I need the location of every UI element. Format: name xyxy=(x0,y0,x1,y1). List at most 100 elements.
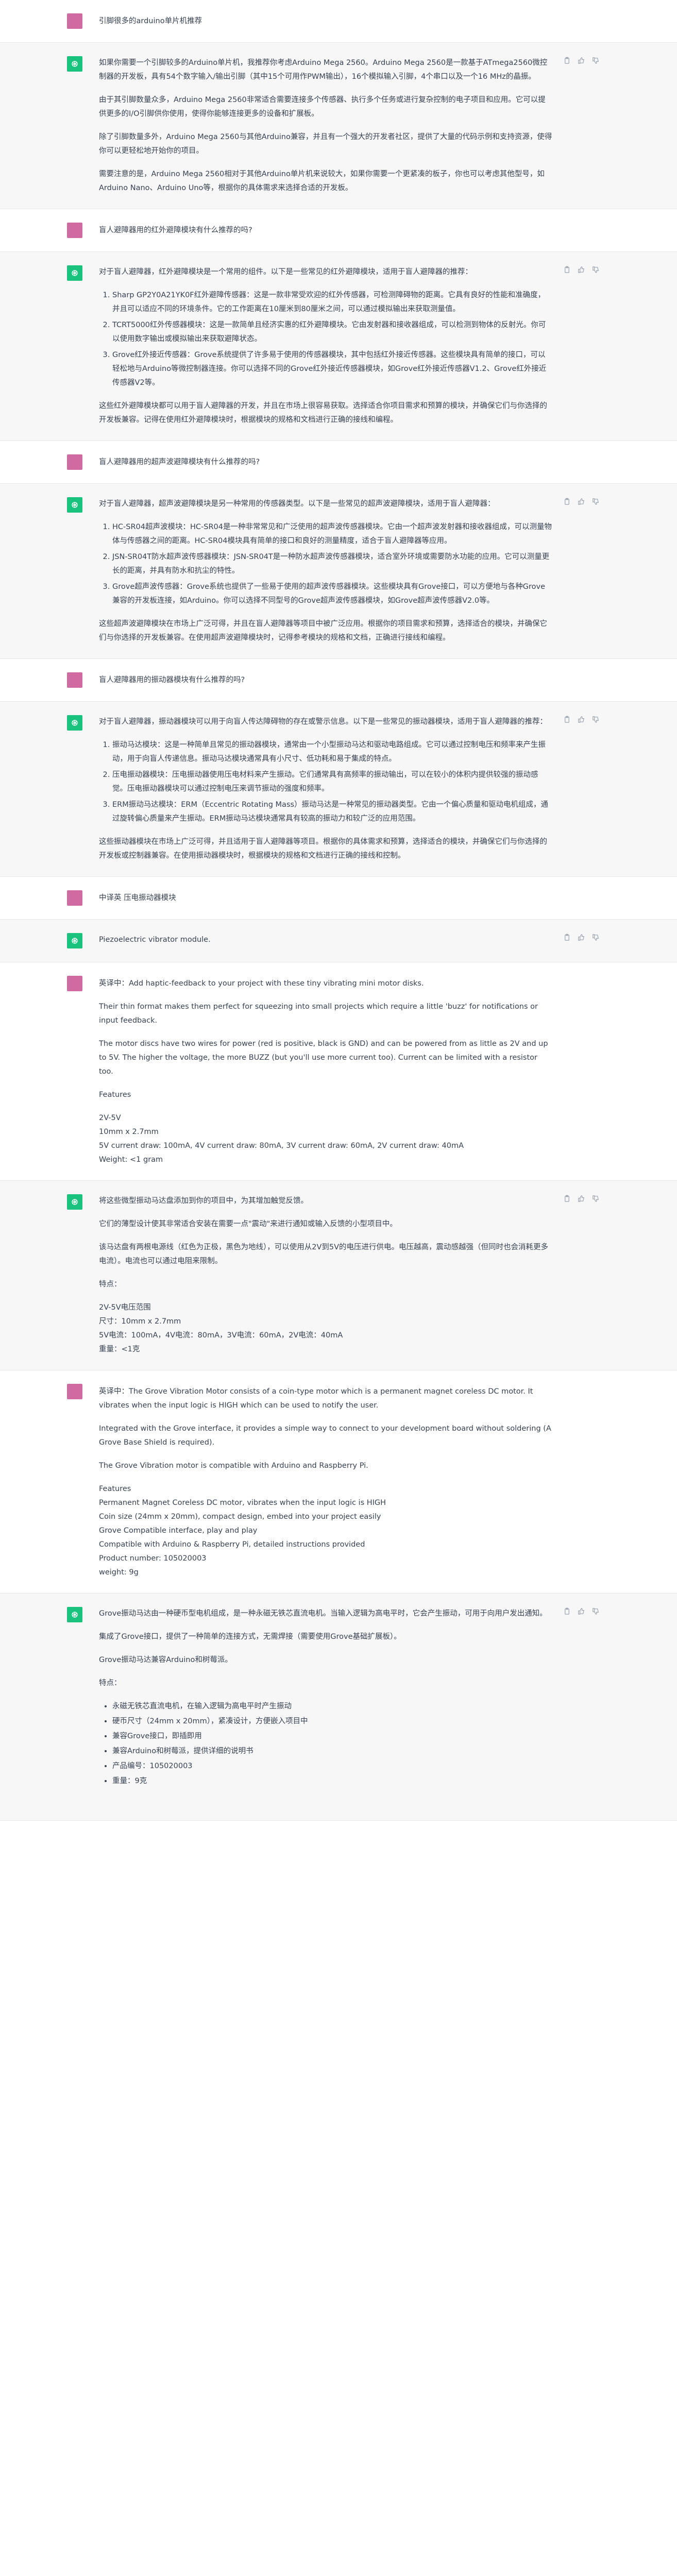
list-item: 兼容Arduino和树莓派，提供详细的说明书 xyxy=(112,1744,552,1758)
thumbs-up-icon[interactable] xyxy=(577,1194,585,1202)
text-line: 2V-5V xyxy=(99,1114,121,1122)
thumbs-down-icon[interactable] xyxy=(591,56,600,64)
clipboard-icon[interactable] xyxy=(563,265,571,274)
text-line: Compatible with Arduino & Raspberry Pi, … xyxy=(99,1540,365,1549)
clipboard-icon[interactable] xyxy=(563,1607,571,1615)
text-line: Features xyxy=(99,1485,131,1493)
text-line: 重量：<1克 xyxy=(99,1345,140,1353)
user-avatar xyxy=(67,672,82,688)
clipboard-icon[interactable] xyxy=(563,715,571,723)
user-message: 中译英 压电振动器模块 xyxy=(0,877,677,920)
numbered-list: Sharp GP2Y0A21YK0F红外避障传感器：这是一款非常受欢迎的红外传感… xyxy=(99,289,552,390)
assistant-message: 对于盲人避障器，红外避障模块是一个常用的组件。以下是一些常见的红外避障模块，适用… xyxy=(0,252,677,441)
thumbs-up-icon[interactable] xyxy=(577,56,585,64)
user-message: 盲人避障器用的超声波避障模块有什么推荐的吗? xyxy=(0,441,677,484)
paragraph: The motor discs have two wires for power… xyxy=(99,1040,548,1076)
message-actions xyxy=(563,1607,600,1615)
message-text: 盲人避障器用的超声波避障模块有什么推荐的吗? xyxy=(99,458,260,466)
message-content: 中译英 压电振动器模块 xyxy=(99,890,552,906)
clipboard-icon[interactable] xyxy=(563,933,571,941)
paragraph: 如果你需要一个引脚较多的Arduino单片机，我推荐你考虑Arduino Meg… xyxy=(99,59,548,81)
clipboard-icon[interactable] xyxy=(563,56,571,64)
paragraph: 特点： xyxy=(99,1280,122,1289)
text-line: Coin size (24mm x 20mm), compact design,… xyxy=(99,1513,381,1521)
conversation-thread: 引脚很多的arduino单片机推荐 如果你需要一个引脚较多的Arduino单片机… xyxy=(0,0,677,1821)
text-line: 10mm x 2.7mm xyxy=(99,1128,159,1136)
paragraph: 将这些微型振动马达盘添加到你的项目中，为其增加触觉反馈。 xyxy=(99,1197,308,1205)
thumbs-down-icon[interactable] xyxy=(591,1607,600,1615)
paragraph: 这些超声波避障模块在市场上广泛可得，并且在盲人避障器等项目中被广泛应用。根据你的… xyxy=(99,620,547,642)
message-content: Piezoelectric vibrator module. xyxy=(99,933,552,948)
paragraph: 这些红外避障模块都可以用于盲人避障器的开发，并且在市场上很容易获取。选择适合你项… xyxy=(99,402,547,424)
text-line: 2V-5V电压范围 xyxy=(99,1303,151,1312)
message-content: 英译中：The Grove Vibration Motor consists o… xyxy=(99,1384,552,1580)
paragraph: 特点： xyxy=(99,1679,122,1687)
user-avatar xyxy=(67,890,82,906)
openai-logo-icon xyxy=(67,265,82,281)
list-item: 永磁无铁芯直流电机，在输入逻辑为高电平时产生振动 xyxy=(112,1700,552,1714)
openai-logo-icon xyxy=(67,1194,82,1210)
thumbs-up-icon[interactable] xyxy=(577,933,585,941)
message-actions xyxy=(563,715,600,723)
message-content: 盲人避障器用的红外避障模块有什么推荐的吗? xyxy=(99,223,552,238)
text-line: 尺寸：10mm x 2.7mm xyxy=(99,1317,181,1326)
paragraph: 由于其引脚数量众多，Arduino Mega 2560非常适合需要连接多个传感器… xyxy=(99,96,546,118)
message-text: 盲人避障器用的振动器模块有什么推荐的吗? xyxy=(99,676,245,684)
thumbs-down-icon[interactable] xyxy=(591,1194,600,1202)
paragraph: 需要注意的是，Arduino Mega 2560相对于其他Arduino单片机来… xyxy=(99,170,545,192)
thumbs-down-icon[interactable] xyxy=(591,933,600,941)
paragraph: Grove振动马达兼容Arduino和树莓派。 xyxy=(99,1656,232,1664)
paragraph: 集成了Grove接口，提供了一种简单的连接方式，无需焊接（需要使用Grove基础… xyxy=(99,1633,401,1641)
thumbs-down-icon[interactable] xyxy=(591,497,600,505)
assistant-message: 对于盲人避障器，振动器模块可以用于向盲人传达障碍物的存在或警示信息。以下是一些常… xyxy=(0,702,677,877)
list-item: 产品编号：105020003 xyxy=(112,1759,552,1773)
paragraph: 除了引脚数量多外，Arduino Mega 2560与其他Arduino兼容，并… xyxy=(99,133,552,155)
clipboard-icon[interactable] xyxy=(563,497,571,505)
openai-logo-icon xyxy=(67,715,82,731)
user-message: 英译中：Add haptic-feedback to your project … xyxy=(0,962,677,1181)
user-message: 盲人避障器用的红外避障模块有什么推荐的吗? xyxy=(0,209,677,252)
user-avatar xyxy=(67,454,82,470)
message-text: 中译英 压电振动器模块 xyxy=(99,894,176,902)
text-line: Product number: 105020003 xyxy=(99,1554,207,1563)
feature-lines: 2V-5V 10mm x 2.7mm 5V current draw: 100m… xyxy=(99,1111,552,1167)
assistant-message: Piezoelectric vibrator module. xyxy=(0,920,677,962)
message-content: Grove振动马达由一种硬币型电机组成，是一种永磁无铁芯直流电机。当输入逻辑为高… xyxy=(99,1607,552,1789)
list-item: Grove超声波传感器：Grove系统也提供了一些易于使用的超声波传感器模块。这… xyxy=(112,580,552,608)
assistant-message: 如果你需要一个引脚较多的Arduino单片机，我推荐你考虑Arduino Meg… xyxy=(0,43,677,209)
list-item: 硬币尺寸（24mm x 20mm），紧凑设计，方便嵌入项目中 xyxy=(112,1715,552,1728)
message-text: 盲人避障器用的红外避障模块有什么推荐的吗? xyxy=(99,226,252,234)
paragraph: Their thin format makes them perfect for… xyxy=(99,1003,538,1025)
message-content: 对于盲人避障器，超声波避障模块是另一种常用的传感器类型。以下是一些常见的超声波避… xyxy=(99,497,552,645)
numbered-list: 振动马达模块：这是一种简单且常见的振动器模块，通常由一个小型振动马达和驱动电路组… xyxy=(99,738,552,826)
clipboard-icon[interactable] xyxy=(563,1194,571,1202)
numbered-list: HC-SR04超声波模块：HC-SR04是一种非常常见和广泛使用的超声波传感器模… xyxy=(99,520,552,608)
assistant-message: 将这些微型振动马达盘添加到你的项目中，为其增加触觉反馈。 它们的薄型设计使其非常… xyxy=(0,1181,677,1370)
text-line: Grove Compatible interface, play and pla… xyxy=(99,1527,258,1535)
message-content: 盲人避障器用的超声波避障模块有什么推荐的吗? xyxy=(99,454,552,470)
thumbs-down-icon[interactable] xyxy=(591,265,600,274)
thumbs-up-icon[interactable] xyxy=(577,265,585,274)
list-item: JSN-SR04T防水超声波传感器模块：JSN-SR04T是一种防水超声波传感器… xyxy=(112,550,552,578)
thumbs-up-icon[interactable] xyxy=(577,1607,585,1615)
openai-logo-icon xyxy=(67,497,82,513)
list-item: 重量：9克 xyxy=(112,1774,552,1788)
message-content: 引脚很多的arduino单片机推荐 xyxy=(99,13,552,29)
thumbs-up-icon[interactable] xyxy=(577,715,585,723)
user-avatar xyxy=(67,223,82,238)
paragraph: 对于盲人避障器，超声波避障模块是另一种常用的传感器类型。以下是一些常见的超声波避… xyxy=(99,500,495,508)
paragraph: 对于盲人避障器，红外避障模块是一个常用的组件。以下是一些常见的红外避障模块，适用… xyxy=(99,268,472,276)
list-item: 振动马达模块：这是一种简单且常见的振动器模块，通常由一个小型振动马达和驱动电路组… xyxy=(112,738,552,766)
text-line: Permanent Magnet Coreless DC motor, vibr… xyxy=(99,1499,386,1507)
paragraph: 对于盲人避障器，振动器模块可以用于向盲人传达障碍物的存在或警示信息。以下是一些常… xyxy=(99,718,547,726)
text-line: 5V current draw: 100mA, 4V current draw:… xyxy=(99,1142,464,1150)
message-actions xyxy=(563,265,600,274)
user-avatar xyxy=(67,13,82,29)
list-item: 压电振动器模块：压电振动器使用压电材料来产生振动。它们通常具有高频率的振动输出，… xyxy=(112,768,552,796)
paragraph: Integrated with the Grove interface, it … xyxy=(99,1425,551,1447)
message-actions xyxy=(563,497,600,505)
thumbs-down-icon[interactable] xyxy=(591,715,600,723)
message-content: 对于盲人避障器，红外避障模块是一个常用的组件。以下是一些常见的红外避障模块，适用… xyxy=(99,265,552,427)
list-item: ERM振动马达模块：ERM（Eccentric Rotating Mass）振动… xyxy=(112,798,552,826)
thumbs-up-icon[interactable] xyxy=(577,497,585,505)
